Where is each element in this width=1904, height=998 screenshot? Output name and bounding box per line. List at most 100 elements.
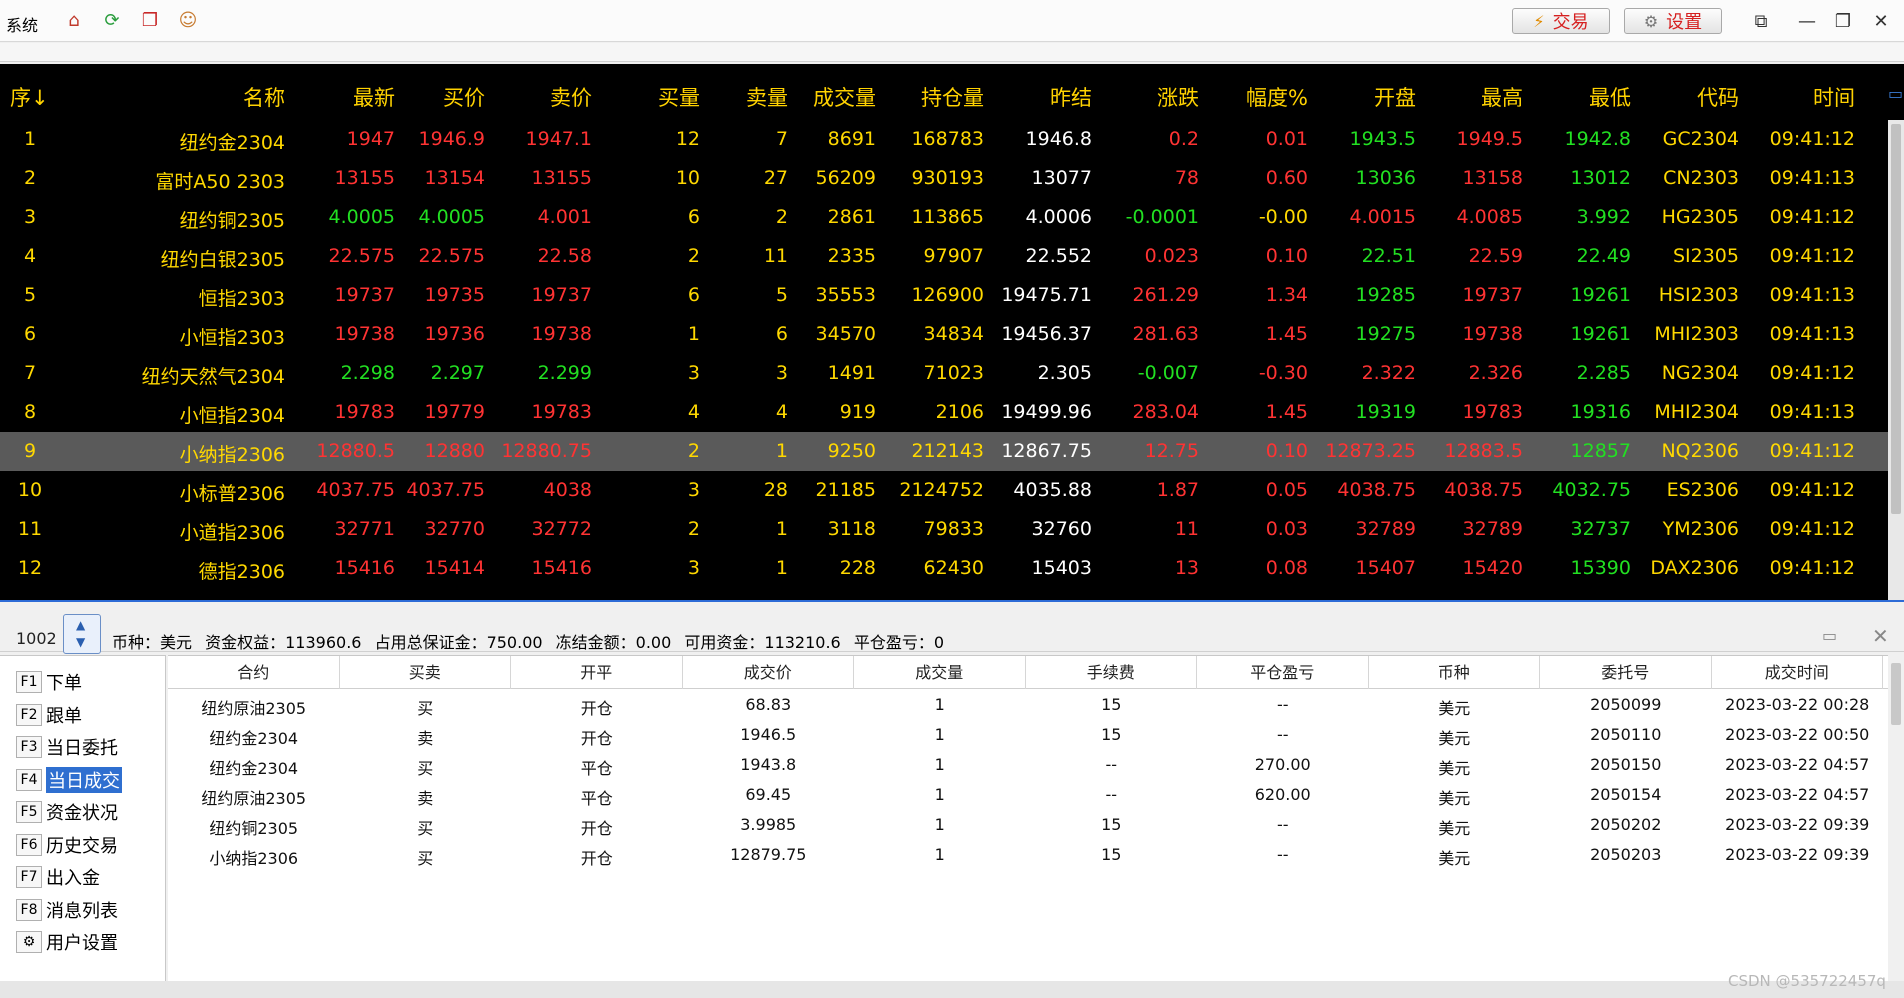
chevron-up-icon[interactable]: ▲ bbox=[76, 618, 85, 632]
nav-item[interactable]: F6 历史交易 bbox=[16, 831, 118, 859]
scroll-thumb[interactable] bbox=[1891, 124, 1901, 514]
quote-col-header[interactable]: 代码 bbox=[1630, 82, 1739, 112]
quote-col-header[interactable]: 买量 bbox=[600, 82, 700, 112]
trades-col-header[interactable]: 合约 bbox=[168, 656, 340, 689]
quote-col-header[interactable]: 持仓量 bbox=[880, 82, 984, 112]
quote-cell: 15416 bbox=[531, 557, 592, 579]
quote-scrollbar[interactable] bbox=[1888, 120, 1904, 600]
trade-button-label: 交易 bbox=[1552, 12, 1589, 33]
quote-row[interactable]: 8 小恒指2304 19783 19779 19783 4 4 919 2106 19499.96… bbox=[0, 393, 1888, 432]
quote-col-header[interactable]: 买价 bbox=[395, 82, 485, 112]
quote-cell: 19738 bbox=[531, 323, 592, 345]
system-menu[interactable]: 系统 bbox=[6, 12, 38, 36]
quote-row[interactable]: 10 小标普2306 4037.75 4037.75 4038 3 28 21185 21247… bbox=[0, 471, 1888, 510]
quote-col-header[interactable]: 卖量 bbox=[700, 82, 788, 112]
trades-col-header[interactable]: 买卖 bbox=[340, 656, 511, 689]
trades-row[interactable]: 纽约铜2305 买 开仓 3.9985 1 15 -- 美元 2050202 2023-03-22… bbox=[168, 810, 1888, 840]
trades-col-header[interactable]: 成交量 bbox=[854, 656, 1026, 689]
column-settings-icon[interactable]: ▭ bbox=[1888, 84, 1904, 106]
nav-item-label: 消息列表 bbox=[46, 900, 118, 922]
quote-col-header[interactable]: 最高 bbox=[1420, 82, 1523, 112]
quote-row[interactable]: 12 德指2306 15416 15414 15416 3 1 228 62430 15403 13… bbox=[0, 549, 1888, 588]
quote-row[interactable]: 1 纽约金2304 1947 1946.9 1947.1 12 7 8691 168783 194… bbox=[0, 120, 1888, 159]
trades-row[interactable]: 纽约金2304 卖 开仓 1946.5 1 15 -- 美元 2050110 2023-03-22… bbox=[168, 720, 1888, 750]
quote-cell: 2335 bbox=[827, 245, 876, 267]
quote-col-header[interactable]: 涨跌 bbox=[1095, 82, 1199, 112]
trades-cell: 美元 bbox=[1438, 729, 1471, 748]
settings-button[interactable]: ⚙ 设置 bbox=[1624, 8, 1722, 34]
quote-col-header[interactable]: 名称 bbox=[140, 82, 285, 112]
nav-item[interactable]: ⚙ 用户设置 bbox=[16, 928, 118, 956]
nav-item[interactable]: F7 出入金 bbox=[16, 863, 100, 891]
maximize-icon[interactable]: ❐ bbox=[1832, 10, 1854, 32]
trades-cell: -- bbox=[1276, 815, 1289, 834]
trades-cell: 1943.8 bbox=[740, 755, 797, 774]
scroll-thumb[interactable] bbox=[1891, 663, 1901, 725]
horizontal-scrollbar[interactable] bbox=[0, 981, 1904, 998]
chevron-down-icon[interactable]: ▼ bbox=[76, 635, 85, 649]
windows-icon[interactable]: ❐ bbox=[138, 8, 162, 32]
quote-row[interactable]: 3 纽约铜2305 4.0005 4.0005 4.001 6 2 2861 113865 4.0… bbox=[0, 198, 1888, 237]
trade-button[interactable]: ⚡ 交易 bbox=[1512, 8, 1610, 34]
close-icon[interactable]: ✕ bbox=[1870, 10, 1892, 32]
refresh-icon[interactable]: ⟳ bbox=[100, 8, 124, 32]
trades-row[interactable]: 纽约金2304 买 平仓 1943.8 1 -- 270.00 美元 2050150 2023-0… bbox=[168, 750, 1888, 780]
nav-item[interactable]: F5 资金状况 bbox=[16, 798, 118, 826]
quote-cell: 21185 bbox=[815, 479, 876, 501]
nav-item[interactable]: F2 跟单 bbox=[16, 701, 82, 729]
quote-col-header[interactable]: 最新 bbox=[300, 82, 395, 112]
quote-cell: 15390 bbox=[1570, 557, 1631, 579]
quote-row[interactable]: 6 小恒指2303 19738 19736 19738 1 6 34570 34834 19456… bbox=[0, 315, 1888, 354]
quote-col-header[interactable]: 成交量 bbox=[790, 82, 876, 112]
quote-col-header[interactable]: 序↓ bbox=[10, 82, 50, 112]
quote-col-header[interactable]: 开盘 bbox=[1310, 82, 1416, 112]
quote-header: 序↓ 名称 最新 买价 卖价 买量 卖量 成交量 持仓量 昨结 涨跌 幅度% 开盘 最高 最低 代码 时间 bbox=[0, 64, 1904, 120]
equity-text: 资金权益：113960.6 bbox=[205, 633, 362, 652]
quote-col-header[interactable]: 时间 bbox=[1745, 82, 1855, 112]
account-spinner[interactable]: ▲ ▼ bbox=[63, 614, 101, 654]
quote-cell: 13077 bbox=[1031, 167, 1092, 189]
home-icon[interactable]: ⌂ bbox=[62, 8, 86, 32]
quote-row[interactable]: 7 纽约天然气2304 2.298 2.297 2.299 3 3 1491 71023 2.30… bbox=[0, 354, 1888, 393]
trades-col-header[interactable]: 成交价 bbox=[683, 656, 854, 689]
quote-row[interactable]: 2 富时A50 2303 13155 13154 13155 10 27 56209 93019… bbox=[0, 159, 1888, 198]
trades-row[interactable]: 纽约原油2305 卖 平仓 69.45 1 -- 620.00 美元 2050154 2023-0… bbox=[168, 780, 1888, 810]
quote-col-header[interactable]: 卖价 bbox=[485, 82, 592, 112]
trades-scrollbar[interactable] bbox=[1888, 655, 1904, 981]
quote-cell: DAX2306 bbox=[1650, 557, 1739, 579]
trades-cell: 69.45 bbox=[745, 785, 792, 804]
nav-item[interactable]: F1 下单 bbox=[16, 668, 82, 696]
quote-row[interactable]: 4 纽约白银2305 22.575 22.575 22.58 2 11 2335 97907 22… bbox=[0, 237, 1888, 276]
quote-row[interactable]: 9 小纳指2306 12880.5 12880 12880.75 2 1 9250 212143… bbox=[0, 432, 1888, 471]
quote-cell: 32772 bbox=[531, 518, 592, 540]
nav-item[interactable]: F4 当日成交 bbox=[16, 766, 122, 794]
quote-col-header[interactable]: 最低 bbox=[1525, 82, 1631, 112]
trades-cell: 2023-03-22 00:50 bbox=[1725, 725, 1870, 744]
quote-cell: 19261 bbox=[1570, 284, 1631, 306]
nav-item[interactable]: F3 当日委托 bbox=[16, 733, 118, 761]
user-icon[interactable]: ☺ bbox=[176, 8, 200, 32]
minimize-icon[interactable]: — bbox=[1796, 10, 1818, 32]
trades-row[interactable]: 小纳指2306 买 开仓 12879.75 1 15 -- 美元 2050203 2023-03-… bbox=[168, 840, 1888, 870]
quote-cell: 19737 bbox=[334, 284, 395, 306]
popout-icon[interactable]: ⧉ bbox=[1750, 10, 1772, 32]
trades-col-header[interactable]: 平仓盈亏 bbox=[1197, 656, 1369, 689]
trades-col-header[interactable]: 委托号 bbox=[1540, 656, 1712, 689]
quote-col-header[interactable]: 昨结 bbox=[990, 82, 1092, 112]
trades-col-header[interactable]: 币种 bbox=[1369, 656, 1540, 689]
trades-cell: 1 bbox=[934, 725, 945, 744]
trades-col-header[interactable]: 开平 bbox=[511, 656, 683, 689]
quote-cell: 1 bbox=[687, 323, 700, 345]
panel-minimize-icon[interactable]: ▭ bbox=[1822, 626, 1846, 645]
trades-col-header[interactable]: 成交时间 bbox=[1712, 656, 1883, 689]
nav-item[interactable]: F8 消息列表 bbox=[16, 896, 118, 924]
trades-col-header[interactable]: 手续费 bbox=[1026, 656, 1197, 689]
quote-col-header[interactable]: 幅度% bbox=[1200, 82, 1308, 112]
quote-cell: 19499.96 bbox=[1001, 401, 1092, 423]
quote-row[interactable]: 5 恒指2303 19737 19735 19737 6 5 35553 126900 19475… bbox=[0, 276, 1888, 315]
quote-cell: 32737 bbox=[1570, 518, 1631, 540]
quote-row[interactable]: 11 小道指2306 32771 32770 32772 2 1 3118 79833 32760… bbox=[0, 510, 1888, 549]
panel-close-icon[interactable]: ✕ bbox=[1872, 624, 1892, 648]
trades-row[interactable]: 纽约原油2305 买 开仓 68.83 1 15 -- 美元 2050099 2023-03-22… bbox=[168, 690, 1888, 720]
quote-cell: 2106 bbox=[935, 401, 984, 423]
